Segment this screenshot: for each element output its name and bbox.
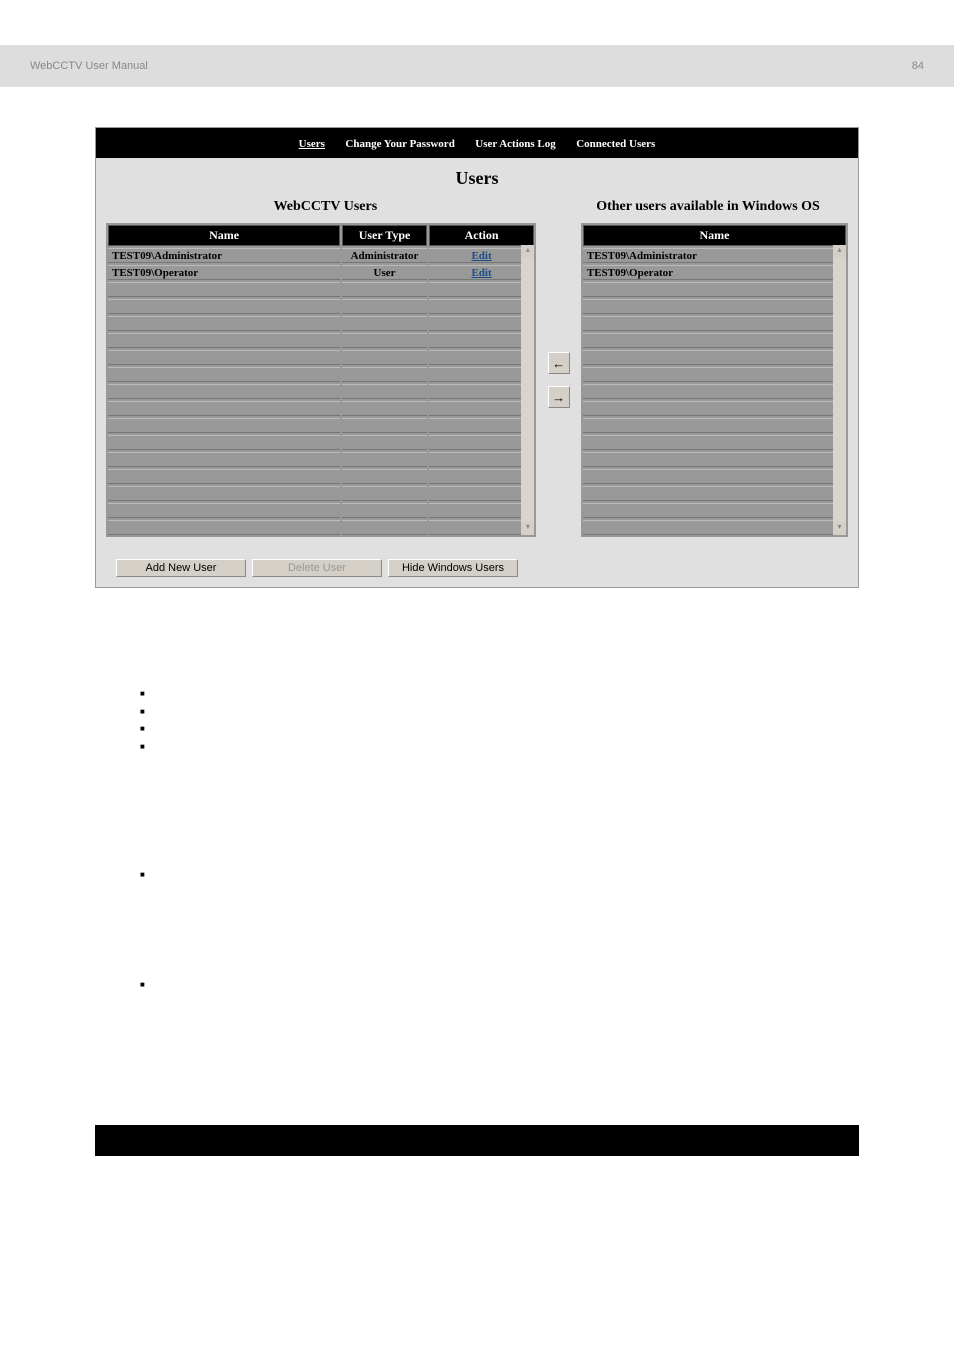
left-panel: Name User Type Action TEST09\Administrat… (106, 223, 536, 537)
cell-action: Edit (429, 265, 535, 280)
table-row[interactable]: TEST09\Administrator (583, 248, 846, 263)
scrollbar[interactable]: ▴ ▾ (833, 245, 846, 535)
cell-type: User (342, 265, 426, 280)
move-left-button[interactable]: ← (548, 352, 570, 374)
right-panel: Name TEST09\Administrator TEST09\Operator… (581, 223, 848, 537)
footer-brand: Quadrox (791, 1135, 829, 1146)
col-action: Action (429, 225, 535, 246)
paragraph: In order to remove a user from the WebCC… (100, 900, 859, 935)
page-number: 84 (912, 60, 924, 72)
scroll-down-icon[interactable]: ▾ (833, 522, 846, 535)
bottom-buttons: Add New User Delete User Hide Windows Us… (96, 549, 858, 587)
footer-version: Version 4.5 Series (125, 1135, 206, 1146)
cell-type: Administrator (342, 248, 426, 263)
cell-name: TEST09\Administrator (583, 248, 846, 263)
cell-name: TEST09\Administrator (108, 248, 340, 263)
paragraph: In order to set up an existing user from… (100, 819, 859, 854)
scroll-down-icon[interactable]: ▾ (521, 522, 534, 535)
table-row[interactable]: TEST09\Operator User Edit (108, 265, 534, 280)
cell-name: TEST09\Operator (108, 265, 340, 280)
header-title: WebCCTV User Manual (30, 60, 148, 72)
cell-name: TEST09\Operator (583, 265, 846, 280)
list-item (140, 868, 859, 886)
move-right-button[interactable]: → (548, 386, 570, 408)
caption: Users Management Screen (100, 618, 859, 636)
document-body: Users Management Screen In addition to t… (100, 618, 859, 1045)
nav-bar: Users Change Your Password User Actions … (96, 128, 858, 158)
main-content: Name User Type Action TEST09\Administrat… (96, 223, 858, 549)
screenshot-panel: Users Change Your Password User Actions … (95, 127, 859, 588)
delete-user-button[interactable]: Delete User (252, 559, 382, 577)
list-item: Add New User (140, 687, 859, 705)
table-row[interactable]: TEST09\Operator (583, 265, 846, 280)
col-type: User Type (342, 225, 426, 246)
hide-windows-users-button[interactable]: Hide Windows Users (388, 559, 518, 577)
scroll-up-icon[interactable]: ▴ (521, 245, 534, 258)
table-row[interactable]: TEST09\Administrator Administrator Edit (108, 248, 534, 263)
nav-change-password[interactable]: Change Your Password (345, 138, 454, 150)
scroll-up-icon[interactable]: ▴ (833, 245, 846, 258)
right-section-label: Other users available in Windows OS (578, 199, 838, 215)
list-item: Delete User (140, 705, 859, 723)
page-header: WebCCTV User Manual 84 (0, 45, 954, 87)
paragraph: If you click the Show Windows Users butt… (100, 772, 859, 807)
scrollbar[interactable]: ▴ ▾ (521, 245, 534, 535)
list-item: Show Windows Users (140, 740, 859, 758)
footer-bar: Version 4.5 Series Quadrox (95, 1125, 859, 1156)
add-user-button[interactable]: Add New User (116, 559, 246, 577)
col-name: Name (108, 225, 340, 246)
left-section-label: WebCCTV Users (116, 199, 535, 215)
nav-connected-users[interactable]: Connected Users (576, 138, 655, 150)
list-item (140, 978, 859, 996)
list-item: Hide Windows Users (140, 722, 859, 740)
paragraph: In addition to the users list, the follo… (100, 656, 859, 674)
cell-action: Edit (429, 248, 535, 263)
paragraph: To delete a user permanently (from both … (100, 1010, 859, 1045)
edit-link[interactable]: Edit (471, 250, 491, 262)
nav-users[interactable]: Users (299, 138, 325, 150)
edit-link[interactable]: Edit (471, 267, 491, 279)
paragraph: The user now only exists in the operatin… (100, 947, 859, 965)
col-name-right: Name (583, 225, 846, 246)
transfer-controls: ← → (536, 223, 581, 537)
nav-actions-log[interactable]: User Actions Log (475, 138, 555, 150)
page-title: Users (96, 158, 858, 195)
